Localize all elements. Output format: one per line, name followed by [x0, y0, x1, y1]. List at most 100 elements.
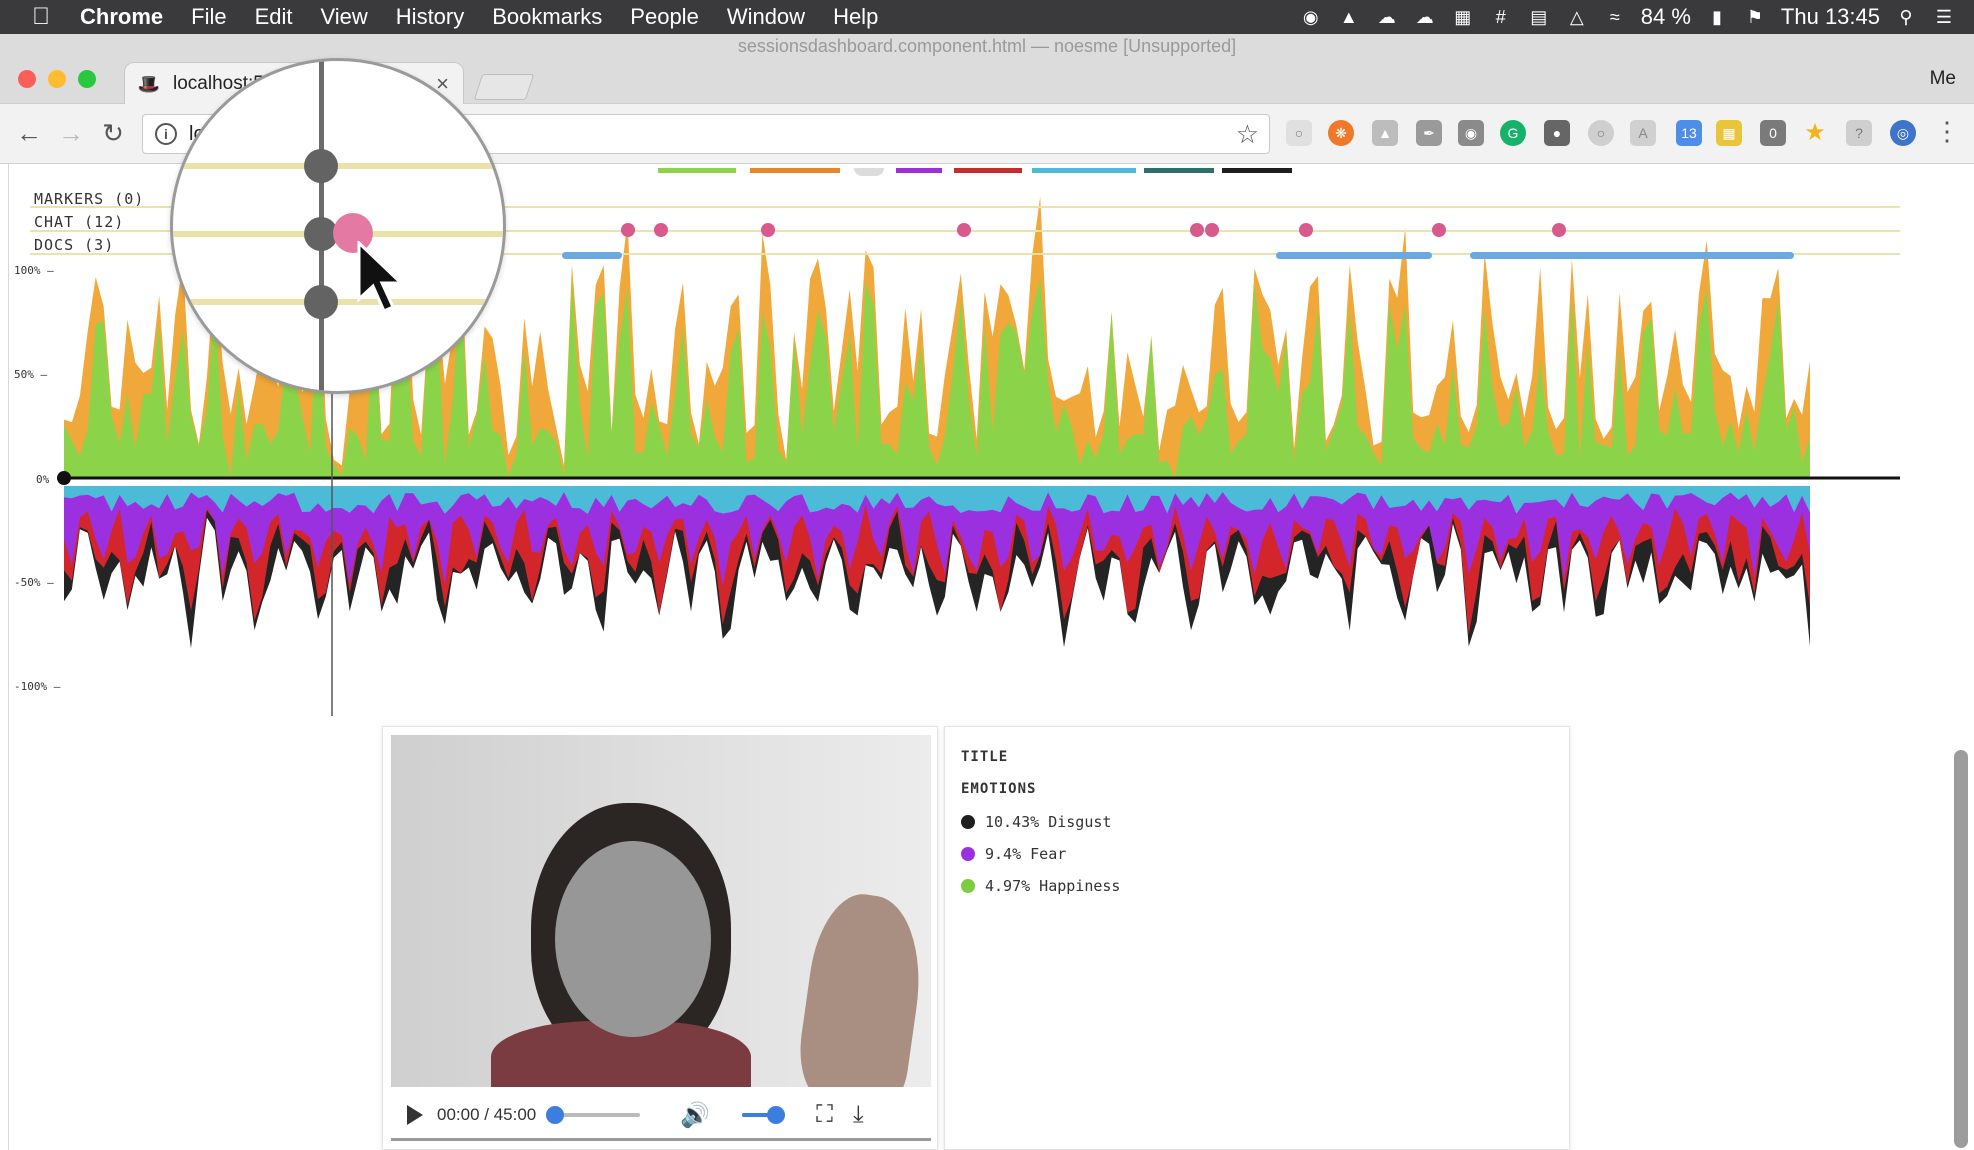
fullscreen-icon[interactable]: ⛶: [816, 1101, 833, 1129]
legend-strip-surprise[interactable]: [750, 168, 840, 173]
docker-icon[interactable]: ▦: [1451, 6, 1475, 28]
face-blur-mask: [555, 841, 711, 1037]
emotion-text: 10.43% Disgust: [985, 813, 1112, 831]
extension-calendar-icon[interactable]: 13: [1676, 120, 1702, 146]
chat-marker[interactable]: [654, 223, 668, 237]
zoom-window-button[interactable]: [78, 70, 96, 88]
seek-slider[interactable]: [546, 1106, 641, 1124]
close-window-button[interactable]: [18, 70, 36, 88]
extension-globe-icon[interactable]: ◎: [1890, 120, 1916, 146]
chat-marker[interactable]: [1190, 223, 1204, 237]
flag-icon[interactable]: ⚑: [1743, 6, 1767, 28]
legend-strip-happiness[interactable]: [658, 168, 736, 173]
fear-dot: [961, 847, 975, 861]
back-icon[interactable]: ←: [14, 118, 44, 149]
cloud-icon[interactable]: ☁: [1375, 6, 1399, 28]
playhead-node-markers[interactable]: [304, 149, 338, 183]
axis-origin-handle[interactable]: [57, 471, 71, 485]
battery-percent: 84 %: [1640, 4, 1691, 29]
hash-icon[interactable]: #: [1489, 6, 1513, 28]
clock[interactable]: Thu 13:45: [1781, 4, 1880, 30]
new-tab-button[interactable]: [473, 74, 535, 100]
extension-camera-icon[interactable]: ◉: [1458, 120, 1484, 146]
cloud-sync-icon[interactable]: ☁: [1413, 6, 1437, 28]
legend-strip-contempt[interactable]: [1144, 168, 1214, 173]
extension-zero-icon[interactable]: 0: [1760, 120, 1786, 146]
extension-drive-icon[interactable]: ▲: [1372, 120, 1398, 146]
extension-angular-icon[interactable]: A: [1630, 120, 1656, 146]
menu-file[interactable]: File: [191, 4, 226, 30]
doc-bar[interactable]: [1276, 252, 1432, 259]
video-frame[interactable]: [391, 735, 931, 1087]
play-icon[interactable]: [407, 1105, 423, 1125]
doc-bar[interactable]: [562, 252, 622, 259]
window-title: sessionsdashboard.component.html — noesm…: [737, 36, 1237, 56]
emotion-text: 9.4% Fear: [985, 845, 1067, 863]
extension-bulb-icon[interactable]: ●: [1544, 120, 1570, 146]
chat-marker[interactable]: [957, 223, 971, 237]
menu-help[interactable]: Help: [833, 4, 878, 30]
mouse-cursor-icon: [357, 241, 405, 313]
extension-icon-1[interactable]: ○: [1286, 120, 1312, 146]
chrome-menu-icon[interactable]: ⋮: [1932, 116, 1962, 147]
battery-icon[interactable]: ▮: [1705, 6, 1729, 28]
drive-icon[interactable]: ▲: [1337, 6, 1361, 28]
legend-strip-neutral[interactable]: [854, 168, 884, 176]
search-icon[interactable]: ⚲: [1894, 6, 1918, 28]
playhead-node-docs[interactable]: [304, 285, 338, 319]
download-icon[interactable]: ⤓: [853, 1101, 864, 1129]
memory-icon[interactable]: ▤: [1527, 6, 1551, 28]
volume-slider[interactable]: [742, 1106, 786, 1124]
menu-history[interactable]: History: [396, 4, 464, 30]
legend-strip-sadness[interactable]: [1032, 168, 1136, 173]
menu-chrome[interactable]: Chrome: [80, 4, 163, 30]
emotions-heading: EMOTIONS: [961, 781, 1037, 797]
markers-label: MARKERS (0): [34, 190, 145, 208]
menu-people[interactable]: People: [630, 4, 699, 30]
chat-marker[interactable]: [621, 223, 635, 237]
wifi-icon[interactable]: ≈: [1603, 6, 1627, 28]
menu-edit[interactable]: Edit: [255, 4, 293, 30]
menu-bookmarks[interactable]: Bookmarks: [492, 4, 602, 30]
menu-view[interactable]: View: [321, 4, 368, 30]
extension-grammarly-icon[interactable]: G: [1500, 120, 1526, 146]
extension-star-icon[interactable]: ★: [1802, 120, 1828, 146]
chat-marker[interactable]: [1205, 223, 1219, 237]
scrollbar-thumb[interactable]: [1954, 750, 1968, 1148]
chat-marker[interactable]: [1432, 223, 1446, 237]
chat-marker[interactable]: [761, 223, 775, 237]
legend-strip-disgust[interactable]: [1222, 168, 1292, 173]
doc-bar[interactable]: [1470, 252, 1794, 259]
minimize-window-button[interactable]: [48, 70, 66, 88]
extension-lifebuoy-icon[interactable]: ❋: [1328, 120, 1354, 146]
menu-window[interactable]: Window: [727, 4, 805, 30]
screen:  Chrome File Edit View History Bookmark…: [0, 0, 1974, 1150]
extension-grid-icon[interactable]: ▦: [1716, 120, 1742, 146]
list-icon[interactable]: ☰: [1932, 6, 1956, 28]
chat-marker[interactable]: [1552, 223, 1566, 237]
axis-label-minus-50: -50% —: [14, 576, 54, 589]
chat-marker[interactable]: [1299, 223, 1313, 237]
bookmark-star-icon[interactable]: ☆: [1236, 119, 1259, 150]
legend-strip-fear[interactable]: [896, 168, 942, 173]
extension-help-icon[interactable]: ?: [1846, 120, 1872, 146]
volume-knob[interactable]: [767, 1106, 786, 1124]
emotion-text: 4.97% Happiness: [985, 877, 1121, 895]
seek-knob[interactable]: [546, 1106, 565, 1124]
apple-icon[interactable]: : [32, 3, 60, 31]
extension-circle-icon[interactable]: ○: [1588, 120, 1614, 146]
axis-label-100: 100% —: [14, 264, 54, 277]
airplay-icon[interactable]: △: [1565, 6, 1589, 28]
info-title: TITLE: [961, 749, 1009, 765]
legend-strip-anger[interactable]: [954, 168, 1022, 173]
magnified-docs-line: [173, 299, 503, 305]
emotion-row-fear: 9.4% Fear: [961, 845, 1066, 863]
forward-icon[interactable]: →: [56, 118, 86, 149]
extension-eyedropper-icon[interactable]: ✒: [1416, 120, 1442, 146]
profile-button[interactable]: Me: [1930, 68, 1956, 90]
record-icon[interactable]: ◉: [1299, 6, 1323, 28]
volume-icon[interactable]: 🔊: [680, 1101, 710, 1130]
axis-label-50: 50% —: [14, 368, 48, 381]
reload-icon[interactable]: ↻: [98, 118, 128, 149]
info-icon[interactable]: i: [155, 123, 177, 145]
